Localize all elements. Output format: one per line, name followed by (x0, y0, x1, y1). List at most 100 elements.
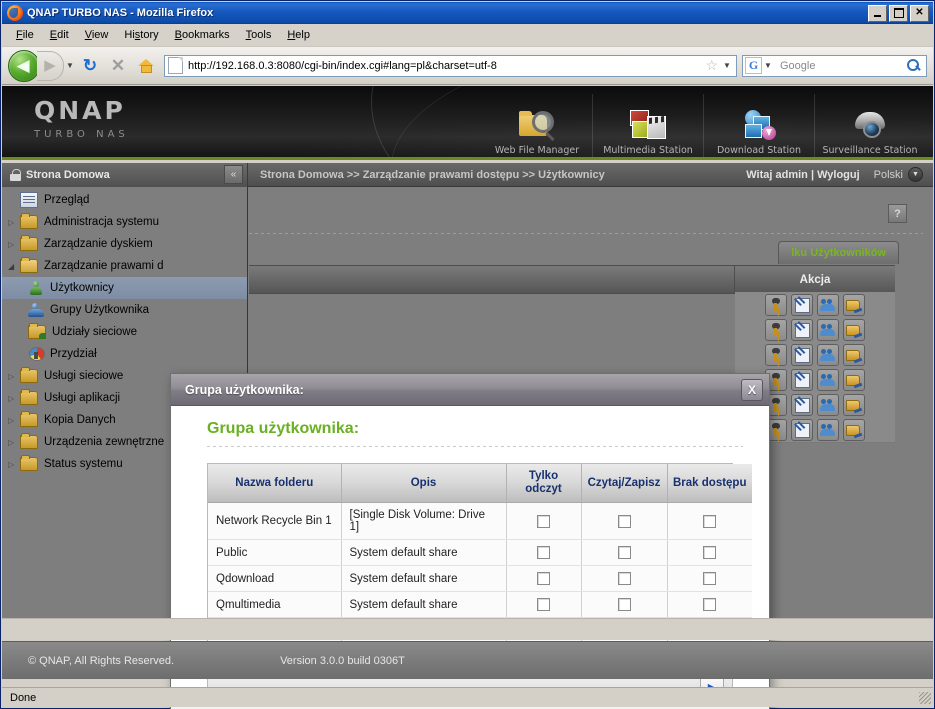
users-icon[interactable] (817, 368, 839, 391)
sidebar-item-udzialy-sieciowe[interactable]: Udziały sieciowe (2, 321, 247, 343)
language-selector[interactable]: Polski ▼ (874, 167, 923, 182)
checkbox-read-only[interactable] (537, 598, 550, 612)
edit-icon[interactable] (791, 368, 813, 391)
user-greeting[interactable]: Witaj admin | Wyloguj (746, 169, 859, 181)
checkbox-read-only[interactable] (537, 572, 550, 586)
checkbox-deny[interactable] (703, 546, 717, 560)
menu-edit[interactable]: Edit (42, 27, 77, 43)
shares-icon[interactable] (843, 393, 865, 416)
horizontal-scrollbar[interactable] (2, 618, 933, 640)
tab-user-list[interactable]: lku Użytkowników (778, 241, 899, 264)
url-text[interactable]: http://192.168.0.3:8080/cgi-bin/index.cg… (188, 60, 702, 72)
users-icon[interactable] (817, 418, 839, 441)
close-icon[interactable]: X (741, 378, 763, 401)
app-multimedia-station[interactable]: Multimedia Station (592, 94, 703, 157)
checkbox-read-only[interactable] (537, 546, 550, 560)
menu-help[interactable]: Help (279, 27, 318, 43)
home-label[interactable]: Strona Domowa (26, 169, 110, 181)
tree-arrow-expanded-icon[interactable]: ◢ (8, 262, 20, 271)
shares-icon[interactable] (843, 343, 865, 366)
table-row[interactable] (735, 317, 895, 343)
sidebar-item-administracja-systemu[interactable]: ▷ Administracja systemu (2, 211, 247, 233)
table-row[interactable] (735, 342, 895, 368)
sidebar-item-przydzial[interactable]: Przydział (2, 343, 247, 365)
reload-icon[interactable]: ↻ (78, 54, 102, 78)
search-bar[interactable]: G ▼ Google (742, 54, 927, 77)
edit-icon[interactable] (791, 293, 813, 316)
collapse-sidebar-button[interactable]: « (224, 165, 243, 184)
minimize-button[interactable] (868, 4, 887, 22)
sidebar-item-grupy-uzytkownika[interactable]: Grupy Użytkownika (2, 299, 247, 321)
shares-icon[interactable] (843, 368, 865, 391)
shares-icon[interactable] (843, 318, 865, 341)
sidebar-item-przeglad[interactable]: Przegląd (2, 189, 247, 211)
search-icon[interactable] (906, 58, 922, 74)
key-icon[interactable] (765, 293, 787, 316)
sidebar-item-zarzadzanie-dyskiem[interactable]: ▷ Zarządzanie dyskiem (2, 233, 247, 255)
search-input[interactable]: Google (774, 60, 906, 72)
menu-view[interactable]: View (77, 27, 117, 43)
menu-bookmarks[interactable]: Bookmarks (167, 27, 238, 43)
users-icon[interactable] (817, 318, 839, 341)
edit-icon[interactable] (791, 343, 813, 366)
checkbox-deny[interactable] (703, 598, 717, 612)
url-bar[interactable]: http://192.168.0.3:8080/cgi-bin/index.cg… (164, 54, 737, 77)
cell-folder-name: Network Recycle Bin 1 (208, 502, 342, 541)
tree-arrow-icon[interactable]: ▷ (8, 394, 20, 403)
checkbox-deny[interactable] (703, 514, 717, 528)
tree-arrow-icon[interactable]: ▷ (8, 416, 20, 425)
checkbox-read-write[interactable] (617, 514, 631, 528)
checkbox-read-only[interactable] (537, 514, 550, 528)
edit-icon[interactable] (791, 393, 813, 416)
cell-read-write (581, 591, 668, 619)
app-surveillance-station[interactable]: Surveillance Station (814, 94, 925, 157)
tree-arrow-icon[interactable]: ▷ (8, 460, 20, 469)
firefox-icon (7, 5, 23, 21)
url-dropdown-icon[interactable]: ▼ (721, 61, 733, 70)
checkbox-read-write[interactable] (617, 572, 631, 586)
users-icon[interactable] (817, 343, 839, 366)
checkbox-deny[interactable] (703, 572, 717, 586)
key-icon[interactable] (765, 343, 787, 366)
menu-history[interactable]: History (116, 27, 166, 43)
search-engine-dropdown-icon[interactable]: ▼ (762, 61, 774, 70)
forward-button[interactable]: ▶ (37, 50, 64, 81)
sidebar-item-label: Zarządzanie prawami d (44, 260, 164, 272)
app-label: Multimedia Station (603, 145, 693, 156)
edit-icon[interactable] (791, 418, 813, 441)
users-icon[interactable] (817, 293, 839, 316)
menu-file[interactable]: File (8, 27, 42, 43)
app-web-file-manager[interactable]: Web File Manager (482, 94, 592, 157)
tree-arrow-icon[interactable]: ▷ (8, 438, 20, 447)
google-icon[interactable]: G (745, 57, 762, 74)
shares-icon[interactable] (843, 418, 865, 441)
key-icon[interactable] (765, 318, 787, 341)
menu-tools[interactable]: Tools (238, 27, 280, 43)
maximize-button[interactable] (889, 4, 908, 22)
resize-grip[interactable] (919, 691, 931, 704)
back-button[interactable]: ◀ (8, 49, 40, 82)
checkbox-read-write[interactable] (617, 598, 631, 612)
cell-description: System default share (341, 539, 507, 567)
checkbox-read-write[interactable] (617, 546, 631, 560)
sidebar-item-label: Użytkownicy (50, 282, 114, 294)
stop-icon[interactable]: ✕ (106, 54, 130, 78)
sidebar-item-zarzadzanie-prawami-dostepu[interactable]: ◢ Zarządzanie prawami d (2, 255, 247, 277)
close-window-button[interactable]: ✕ (910, 4, 929, 22)
browser-toolbar: ◀ ▶ ▼ ↻ ✕ http://192.168.0.3:8080/cgi-bi… (2, 47, 933, 85)
sidebar-item-uzytkownicy[interactable]: Użytkownicy (2, 277, 247, 299)
users-icon[interactable] (817, 393, 839, 416)
history-dropdown-icon[interactable]: ▼ (64, 61, 76, 70)
app-download-station[interactable]: Download Station (703, 94, 814, 157)
tree-arrow-icon[interactable]: ▷ (8, 218, 20, 227)
home-panel-header[interactable]: Strona Domowa « (2, 162, 248, 187)
help-icon[interactable]: ? (888, 204, 907, 223)
tree-arrow-icon[interactable]: ▷ (8, 372, 20, 381)
tree-arrow-icon[interactable]: ▷ (8, 240, 20, 249)
bookmark-star-icon[interactable]: ☆ (705, 57, 718, 74)
table-row[interactable] (735, 292, 895, 318)
home-icon[interactable] (134, 54, 158, 78)
shares-icon[interactable] (843, 293, 865, 316)
edit-icon[interactable] (791, 318, 813, 341)
app-label: Web File Manager (494, 145, 580, 156)
